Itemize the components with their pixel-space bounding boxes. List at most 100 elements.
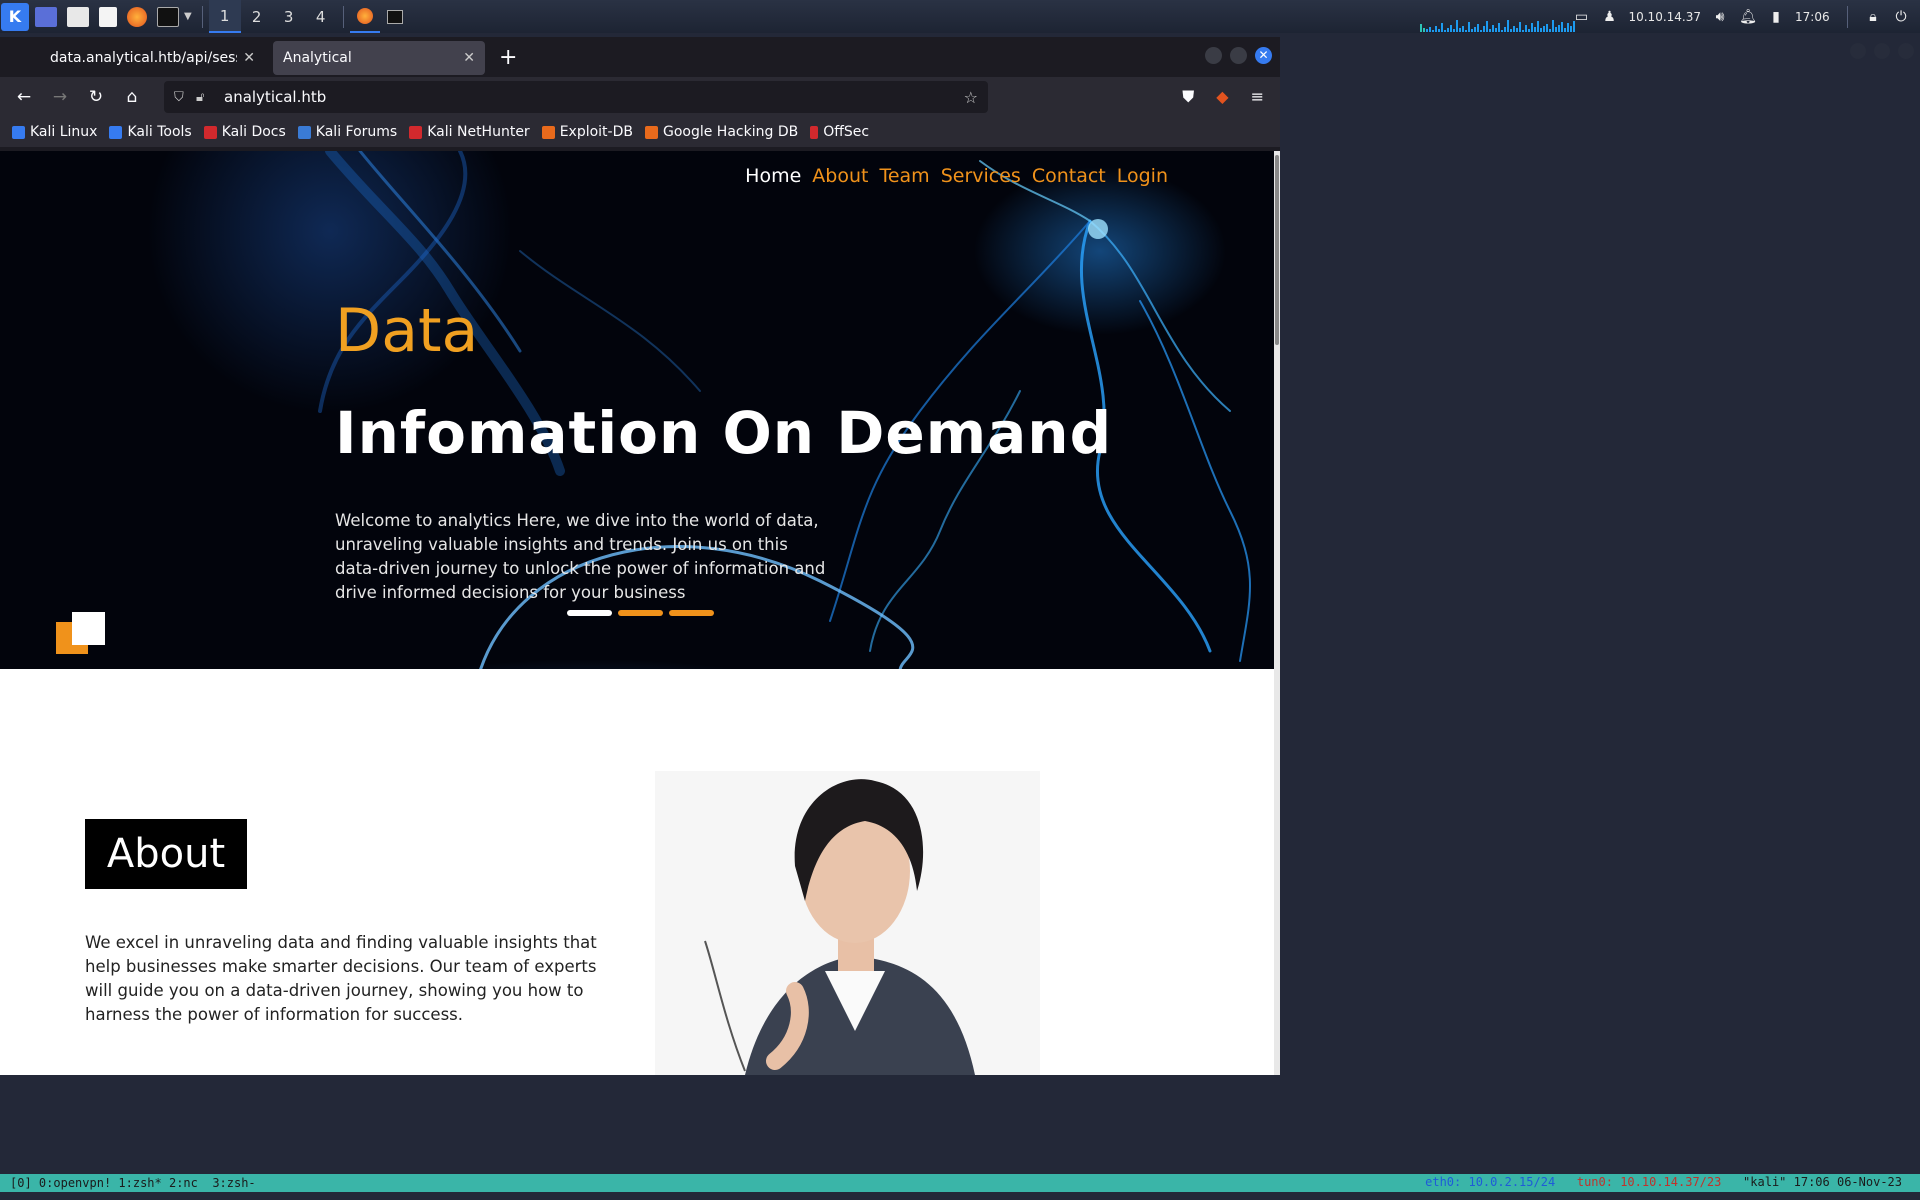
close-icon[interactable]: ✕ [463,50,475,66]
file-manager-icon[interactable] [67,6,89,27]
terminal-icon [386,9,403,24]
bookmark-exploit-db[interactable]: Exploit-DB [541,124,633,140]
chevron-down-icon[interactable]: ▼ [184,11,192,22]
bookmark-star-icon[interactable]: ☆ [964,88,978,107]
url-text[interactable]: analytical.htb [224,88,964,106]
show-desktop-icon[interactable] [35,6,57,27]
bookmark-offsec[interactable]: OffSec [810,124,869,140]
nav-about-link[interactable]: About [812,165,868,187]
offsec-icon [810,125,819,139]
carousel-indicator-1[interactable] [567,610,612,616]
tmux-eth0: eth0: 10.0.2.15/24 [1425,1175,1556,1189]
terminal-launcher-icon[interactable] [157,6,179,27]
logout-icon[interactable]: ⏻ [1892,9,1910,25]
maximize-button[interactable] [1230,47,1247,64]
vpn-ip: 10.10.14.37 [1628,9,1701,24]
bookmark-kali-tools[interactable]: Kali Tools [109,124,192,140]
nav-services-link[interactable]: Services [941,165,1021,187]
top-panel: K ▼ 1 2 3 4 ▭ ♟ 10.10.14.37 🔊︎ 🔔︎ ▮ 17:0… [0,0,1920,33]
page-scrollbar[interactable] [1274,151,1280,1075]
bookmark-kali-forums[interactable]: Kali Forums [297,124,397,140]
desktop-window-controls [1850,43,1914,59]
maximize-button[interactable] [1874,43,1890,59]
scrollbar-thumb[interactable] [1275,155,1279,345]
tmux-windows[interactable]: 0:openvpn! 1:zsh* 2:nc 3:zsh- [39,1176,256,1190]
bookmarks-toolbar: Kali Linux Kali Tools Kali Docs Kali For… [0,117,1280,147]
notification-bell-icon[interactable]: 🔔︎ [1739,9,1757,25]
about-text: We excel in unraveling data and finding … [85,933,597,1024]
shield-icon[interactable]: ⛉ [174,90,196,105]
taskbar-terminal[interactable] [380,0,410,33]
hero-text: Welcome to analytics Here, we dive into … [335,511,826,602]
tmux-status-right: eth0: 10.0.2.15/24 tun0: 10.10.14.37/23 … [1425,1175,1902,1189]
bookmark-kali-docs[interactable]: Kali Docs [203,124,286,140]
toolbar-right: ⛊ ◆ ≡ [1182,87,1280,107]
carousel-indicator-3[interactable] [669,610,714,616]
taskbar-firefox[interactable] [349,0,380,33]
nav-toolbar: ← → ↻ ⌂ ⛉ 🔓︎ analytical.htb ☆ ⛊ ◆ ≡ [0,77,1280,117]
reload-button[interactable]: ↻ [78,87,114,107]
firefox-icon [356,7,373,24]
pocket-icon[interactable]: ⛊ [1182,87,1194,107]
lock-icon[interactable]: 🔓︎ [196,90,218,105]
display-icon[interactable]: ▭ [1572,9,1590,25]
forward-button[interactable]: → [42,87,78,107]
foxyproxy-icon[interactable]: ◆ [1216,87,1228,107]
nav-contact-link[interactable]: Contact [1032,165,1106,187]
workspace-2[interactable]: 2 [241,0,273,33]
exploit-db-icon [541,125,555,139]
firefox-launcher-icon[interactable] [127,6,147,27]
menu-icon[interactable]: ≡ [1251,87,1264,107]
kali-icon [109,125,123,139]
window-close-button[interactable]: ✕ [1255,47,1272,64]
bookmark-label: OffSec [823,124,870,140]
hero-section: Home About Team Services Contact Login D… [0,151,1280,669]
back-button[interactable]: ← [6,87,42,107]
workspace-4[interactable]: 4 [305,0,337,33]
tmux-host-time: "kali" 17:06 06-Nov-23 [1743,1175,1902,1189]
lock-icon[interactable]: 🔒︎ [1864,9,1882,25]
nav-login-link[interactable]: Login [1117,165,1168,187]
workspace-3[interactable]: 3 [273,0,305,33]
kali-menu-button[interactable]: K [0,2,30,32]
about-heading: About [85,819,247,889]
firefox-window: data.analytical.htb/api/session ✕ Analyt… [0,37,1280,1075]
vpn-icon[interactable]: ♟ [1600,9,1618,25]
tab-title: Analytical [283,50,352,66]
new-tab-button[interactable]: + [499,45,517,70]
tab-bar: data.analytical.htb/api/session ✕ Analyt… [0,37,1280,77]
tmux-tun0: tun0: 10.10.14.37/23 [1576,1175,1722,1189]
bookmark-kali-linux[interactable]: Kali Linux [12,124,97,140]
bookmark-label: Kali Linux [30,124,98,140]
bookmark-label: Kali NetHunter [427,124,530,140]
tmux-session: [0] [10,1176,32,1190]
page-viewport: Home About Team Services Contact Login D… [0,151,1280,1075]
bookmark-google-hacking-db[interactable]: Google Hacking DB [644,124,798,140]
clock[interactable]: 17:06 [1795,10,1831,24]
tab-title: data.analytical.htb/api/session [50,50,237,66]
minimize-button[interactable] [1205,47,1222,64]
nethunter-icon [409,125,423,139]
close-icon[interactable]: ✕ [243,50,255,66]
url-bar[interactable]: ⛉ 🔓︎ analytical.htb ☆ [164,81,988,113]
bookmark-kali-nethunter[interactable]: Kali NetHunter [409,124,530,140]
panel-separator [342,5,344,28]
home-button[interactable]: ⌂ [114,87,150,107]
window-close-button[interactable] [1898,43,1914,59]
nav-home-link[interactable]: Home [745,165,801,187]
bookmark-label: Kali Docs [221,124,286,140]
battery-icon[interactable]: ▮ [1767,9,1785,25]
carousel-indicator-2[interactable] [618,610,663,616]
tab-api-session[interactable]: data.analytical.htb/api/session ✕ [0,41,265,75]
volume-icon[interactable]: 🔊︎ [1711,9,1729,25]
text-editor-icon[interactable] [99,6,117,27]
tab-analytical[interactable]: Analytical ✕ [273,41,485,75]
bookmark-label: Kali Tools [127,124,192,140]
workspace-1[interactable]: 1 [208,0,241,33]
tmux-status-bar: [0] 0:openvpn! 1:zsh* 2:nc 3:zsh- eth0: … [0,1174,1920,1192]
nav-team-link[interactable]: Team [879,165,929,187]
minimize-button[interactable] [1850,43,1866,59]
cpu-graph [1420,12,1576,32]
hero-title: Infomation On Demand [335,399,1113,467]
panel-separator [1847,5,1848,28]
